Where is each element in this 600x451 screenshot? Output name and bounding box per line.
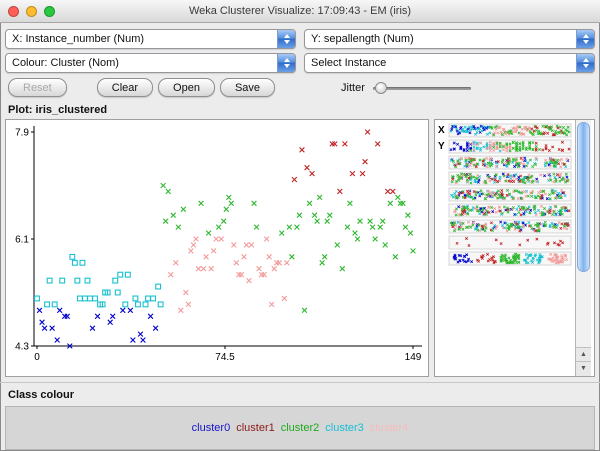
jitter-slider[interactable]: [372, 81, 471, 94]
clear-button[interactable]: Clear: [96, 78, 154, 97]
svg-text:74.5: 74.5: [215, 352, 235, 363]
svg-text:4.3: 4.3: [15, 342, 29, 353]
attr-panel-scrollbar[interactable]: ▲ ▼: [575, 120, 591, 376]
x-attribute-value: X: Instance_number (Num): [12, 33, 145, 45]
close-button[interactable]: [8, 6, 19, 17]
scroll-up-button[interactable]: ▲: [576, 347, 591, 362]
legend-cluster1[interactable]: cluster1: [236, 422, 275, 434]
plot-title: Plot: iris_clustered: [8, 104, 108, 116]
open-button[interactable]: Open: [158, 78, 215, 97]
x-attribute-select[interactable]: X: Instance_number (Num): [5, 29, 296, 49]
colour-attribute-select[interactable]: Colour: Cluster (Nom): [5, 53, 296, 73]
scroll-down-button[interactable]: ▼: [576, 361, 591, 376]
svg-text:X: X: [438, 125, 445, 136]
minimize-button[interactable]: [26, 6, 37, 17]
jitter-label: Jitter: [341, 81, 365, 94]
legend-cluster2[interactable]: cluster2: [281, 422, 320, 434]
scatter-plot-canvas[interactable]: 7.9 6.1 4.3 0 74.5 149: [6, 120, 428, 376]
save-button[interactable]: Save: [219, 78, 276, 97]
y-attribute-value: Y: sepallength (Num): [311, 33, 414, 45]
select-instance-dropdown[interactable]: Select Instance: [304, 53, 595, 73]
attribute-strips-canvas[interactable]: XY: [435, 120, 575, 376]
scatter-plot-panel[interactable]: 7.9 6.1 4.3 0 74.5 149: [5, 119, 429, 377]
legend-cluster0[interactable]: cluster0: [192, 422, 231, 434]
class-colour-legend: cluster0 cluster1 cluster2 cluster3 clus…: [5, 406, 595, 450]
y-attribute-select[interactable]: Y: sepallength (Num): [304, 29, 595, 49]
chevron-down-icon: [576, 30, 594, 48]
chevron-down-icon: [277, 54, 295, 72]
zoom-button[interactable]: [44, 6, 55, 17]
scrollbar-thumb[interactable]: [577, 122, 590, 272]
attribute-strip-panel[interactable]: XY ▲ ▼: [434, 119, 595, 377]
colour-attribute-value: Colour: Cluster (Nom): [12, 57, 119, 69]
slider-knob[interactable]: [374, 81, 387, 94]
slider-track: [372, 86, 471, 90]
svg-text:6.1: 6.1: [15, 235, 29, 246]
svg-text:0: 0: [34, 352, 40, 363]
reset-button[interactable]: Reset: [8, 78, 67, 97]
svg-text:Y: Y: [438, 141, 445, 152]
class-colour-heading: Class colour: [0, 382, 600, 404]
legend-cluster4[interactable]: cluster4: [370, 422, 409, 434]
title-bar: Weka Clusterer Visualize: 17:09:43 - EM …: [0, 0, 600, 23]
window-controls: [8, 6, 55, 17]
chevron-down-icon: [576, 54, 594, 72]
select-instance-value: Select Instance: [311, 57, 387, 69]
svg-text:149: 149: [405, 352, 422, 363]
legend-cluster3[interactable]: cluster3: [325, 422, 364, 434]
window-title: Weka Clusterer Visualize: 17:09:43 - EM …: [188, 5, 412, 17]
svg-text:7.9: 7.9: [15, 128, 29, 139]
chevron-down-icon: [277, 30, 295, 48]
